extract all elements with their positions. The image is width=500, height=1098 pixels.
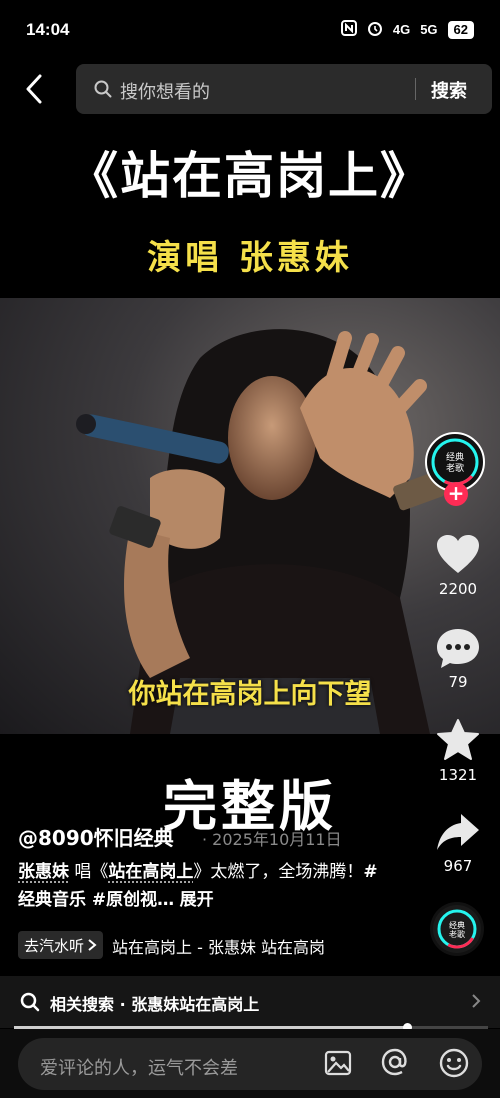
- status-icons: 4G 5G 62: [340, 20, 474, 39]
- svg-text:老歌: 老歌: [449, 929, 465, 939]
- emoji-icon[interactable]: [438, 1047, 470, 1079]
- alarm-icon: [367, 20, 383, 39]
- star-icon: [437, 719, 479, 760]
- share-arrow-icon: [437, 814, 479, 850]
- comment-icon: [437, 629, 479, 668]
- svg-text:经典: 经典: [449, 920, 465, 930]
- video-player[interactable]: [0, 298, 500, 734]
- music-disc-button[interactable]: 经典 老歌: [430, 902, 484, 956]
- mention-icon[interactable]: [380, 1047, 410, 1077]
- comment-button[interactable]: [435, 626, 481, 670]
- comment-placeholder: 爱评论的人，运气不会差: [40, 1058, 238, 1079]
- comment-count: 79: [448, 673, 468, 691]
- status-time: 14:04: [26, 20, 70, 39]
- favorite-count: 1321: [438, 766, 478, 784]
- nfc-icon: [340, 20, 357, 39]
- related-search-text: 相关搜索 · 张惠妹站在高岗上: [50, 995, 260, 1014]
- heart-icon: [437, 535, 479, 573]
- qishui-label: 去汽水听: [24, 936, 85, 955]
- caption-rest: 》太燃了，全场沸腾！: [193, 862, 364, 882]
- search-divider: [415, 78, 416, 100]
- expand-button[interactable]: 展开: [180, 890, 214, 910]
- video-subtitle: 演唱 张惠妹: [147, 238, 353, 278]
- favorite-button[interactable]: [435, 718, 481, 762]
- share-button[interactable]: [435, 810, 481, 854]
- battery-level: 62: [447, 20, 474, 39]
- caption-verb: 唱《: [69, 862, 109, 882]
- follow-button[interactable]: +: [444, 482, 468, 506]
- share-count: 967: [443, 857, 473, 875]
- signal-4g-label: 4G: [392, 22, 411, 37]
- music-disc-icon: 经典 老歌: [433, 905, 481, 953]
- related-search-icon: [20, 992, 40, 1012]
- signal-5g-label: 5G: [420, 22, 438, 37]
- back-arrow-icon: [26, 74, 42, 104]
- post-caption: 张惠妹 唱《站在高岗上》太燃了，全场沸腾！#经典音乐 #原创视… 展开: [18, 858, 378, 914]
- back-button[interactable]: [20, 72, 52, 106]
- qishui-listen-button[interactable]: 去汽水听: [18, 931, 104, 959]
- video-title: 《站在高岗上》: [68, 146, 432, 205]
- image-icon[interactable]: [324, 1049, 352, 1077]
- chevron-right-icon: [88, 939, 97, 951]
- like-count: 2200: [438, 580, 478, 598]
- search-icon: [94, 80, 112, 98]
- singer-image: [76, 329, 445, 734]
- music-title[interactable]: 站在高岗上 - 张惠妹 站在高岗: [112, 934, 378, 958]
- svg-text:老歌: 老歌: [446, 462, 464, 474]
- svg-text:经典: 经典: [446, 451, 464, 463]
- post-date: · 2025年10月11日: [202, 830, 342, 849]
- search-placeholder: 搜你想看的: [120, 82, 210, 103]
- search-button[interactable]: 搜索: [431, 77, 467, 103]
- author-name[interactable]: @8090怀旧经典: [18, 822, 174, 851]
- like-button[interactable]: [435, 533, 481, 577]
- caption-singer[interactable]: 张惠妹: [18, 862, 69, 882]
- caption-song[interactable]: 站在高岗上: [108, 862, 193, 882]
- chevron-right-icon: [470, 992, 482, 1010]
- lyric-caption: 你站在高岗上向下望: [128, 679, 372, 710]
